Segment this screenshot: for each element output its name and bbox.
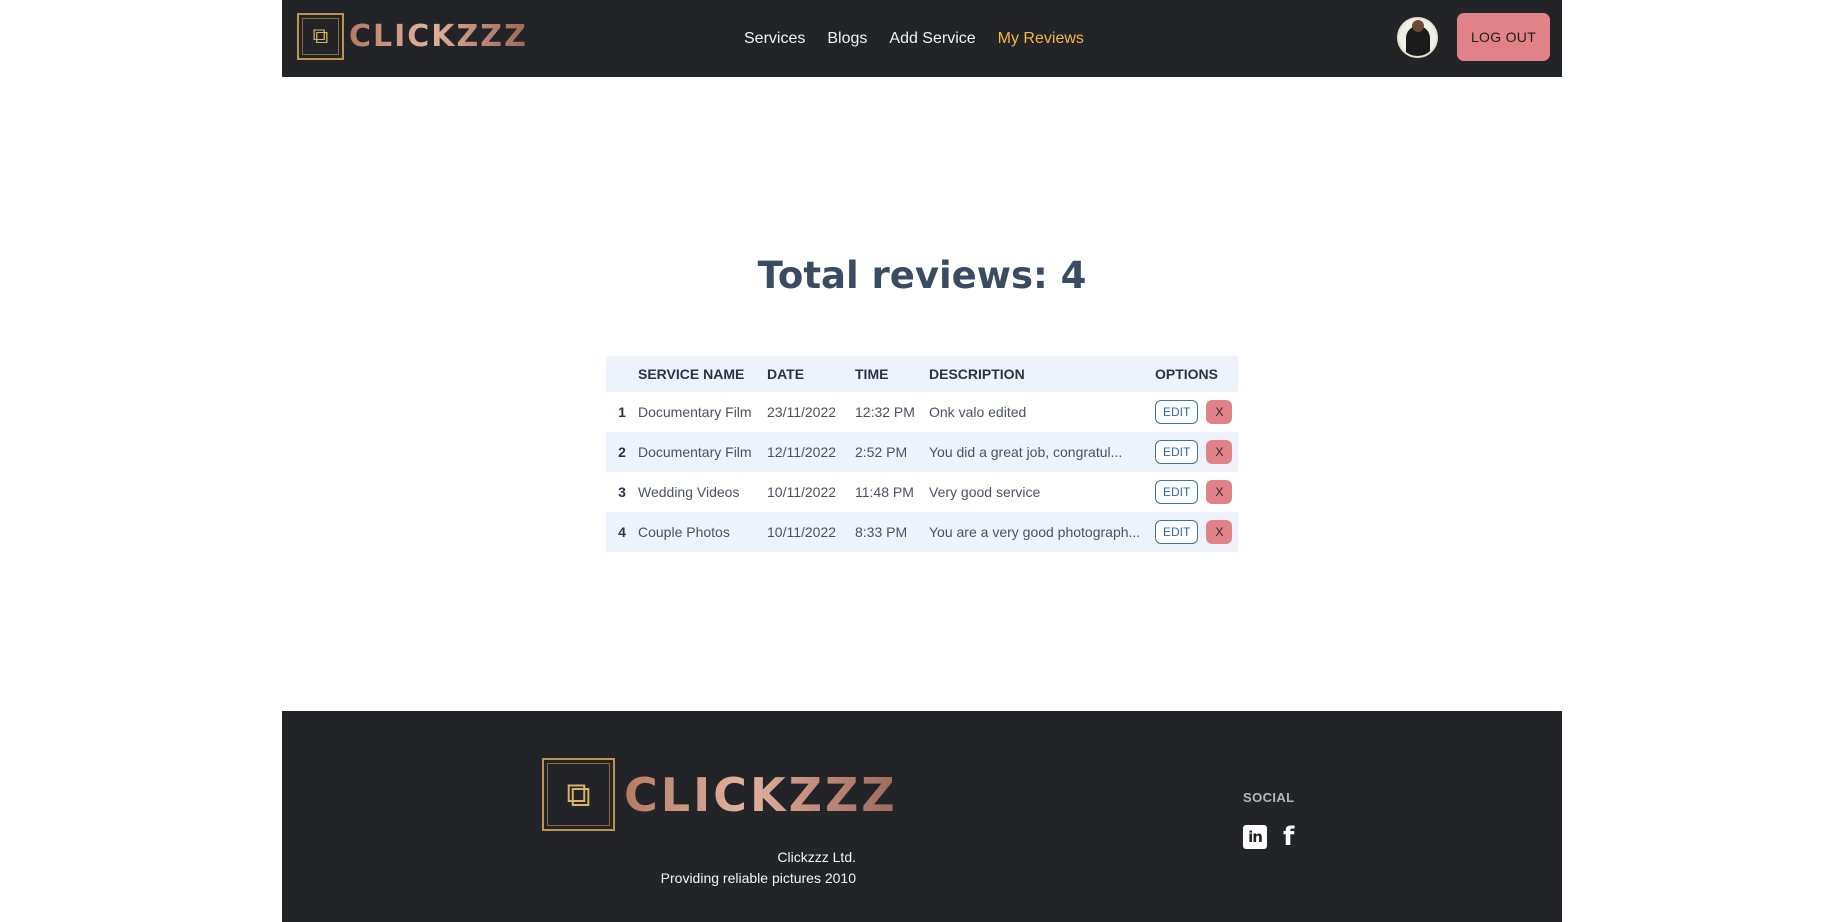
logo-frame: ⧉ — [297, 13, 344, 60]
options-cell: EDIT X — [1155, 392, 1238, 432]
description-text: Onk valo edited — [929, 404, 1027, 420]
photo-camera-icon: ⧉ — [566, 774, 591, 815]
footer: ⧉ CLICKZZZ Clickzzz Ltd. Providing relia… — [282, 711, 1562, 922]
linkedin-icon[interactable]: in — [1243, 825, 1267, 849]
logout-button[interactable]: LOG OUT — [1457, 13, 1550, 61]
col-header-date: DATE — [767, 366, 805, 382]
table-row: 2 Documentary Film 12/11/2022 2:52 PM Yo… — [606, 432, 1238, 472]
company-tagline: Providing reliable pictures 2010 — [660, 870, 856, 886]
date-cell: 10/11/2022 — [767, 524, 837, 540]
table-row: 3 Wedding Videos 10/11/2022 11:48 PM Ver… — [606, 472, 1238, 512]
social-heading: SOCIAL — [1243, 790, 1295, 805]
time-cell: 8:33 PM — [855, 524, 908, 540]
header-logo[interactable]: ⧉ CLICKZZZ — [297, 13, 528, 60]
reviews-table-container: SERVICE NAME DATE TIME DESCRIPTION OPTIO… — [606, 356, 1238, 552]
date-cell: 12/11/2022 — [767, 444, 837, 460]
description-text: You did a great job, congratul... — [929, 444, 1123, 460]
nav-add-service[interactable]: Add Service — [889, 30, 975, 48]
social-links: in f — [1243, 824, 1294, 850]
edit-button[interactable]: EDIT — [1155, 400, 1199, 424]
footer-brand-name: CLICKZZZ — [624, 767, 898, 822]
delete-button[interactable]: X — [1206, 440, 1233, 464]
user-photo — [1405, 19, 1430, 56]
table-header-row: SERVICE NAME DATE TIME DESCRIPTION OPTIO… — [606, 356, 1238, 392]
avatar[interactable] — [1397, 17, 1438, 58]
table-row: 4 Couple Photos 10/11/2022 8:33 PM You a… — [606, 512, 1238, 552]
description-cell: You did a great job, congratul... — [929, 432, 1155, 472]
time-cell: 12:32 PM — [855, 404, 915, 420]
options-cell: EDIT X — [1155, 432, 1238, 472]
col-header-time: TIME — [855, 366, 889, 382]
col-header-service-name: SERVICE NAME — [638, 366, 745, 382]
facebook-icon[interactable]: f — [1283, 824, 1294, 850]
page: ⧉ CLICKZZZ Services Blogs Add Service My… — [0, 0, 1844, 922]
service-name-cell: Couple Photos — [638, 524, 730, 540]
logo-frame: ⧉ — [542, 758, 615, 831]
service-name-cell: Wedding Videos — [638, 484, 740, 500]
description-cell: Onk valo edited — [929, 392, 1155, 432]
service-name-cell: Documentary Film — [638, 404, 752, 420]
service-name-cell: Documentary Film — [638, 444, 752, 460]
edit-button[interactable]: EDIT — [1155, 520, 1199, 544]
description-cell: Very good service — [929, 472, 1155, 512]
row-number: 1 — [618, 404, 626, 420]
footer-logo: ⧉ CLICKZZZ — [542, 758, 898, 831]
page-title: Total reviews: 4 — [757, 254, 1087, 297]
photo-camera-icon: ⧉ — [312, 24, 329, 49]
date-cell: 10/11/2022 — [767, 484, 837, 500]
nav-services[interactable]: Services — [744, 30, 805, 48]
main-nav: Services Blogs Add Service My Reviews — [744, 0, 1106, 77]
reviews-table: SERVICE NAME DATE TIME DESCRIPTION OPTIO… — [606, 356, 1238, 552]
time-cell: 2:52 PM — [855, 444, 908, 460]
delete-button[interactable]: X — [1206, 400, 1233, 424]
company-info: Clickzzz Ltd. Providing reliable picture… — [661, 847, 856, 889]
time-cell: 11:48 PM — [855, 484, 914, 500]
description-text: Very good service — [929, 484, 1041, 500]
col-header-description: DESCRIPTION — [929, 366, 1025, 382]
options-cell: EDIT X — [1155, 512, 1238, 552]
edit-button[interactable]: EDIT — [1155, 480, 1199, 504]
options-cell: EDIT X — [1155, 472, 1238, 512]
col-header-index — [606, 356, 638, 392]
brand-name: CLICKZZZ — [349, 19, 528, 54]
row-number: 3 — [618, 484, 626, 500]
delete-button[interactable]: X — [1206, 480, 1233, 504]
description-cell: You are a very good photograph... — [929, 512, 1155, 552]
nav-my-reviews[interactable]: My Reviews — [998, 30, 1084, 48]
description-text: You are a very good photograph... — [929, 524, 1141, 540]
date-cell: 23/11/2022 — [767, 404, 837, 420]
delete-button[interactable]: X — [1206, 520, 1233, 544]
row-number: 2 — [618, 444, 626, 460]
row-number: 4 — [618, 524, 626, 540]
col-header-options: OPTIONS — [1155, 366, 1219, 382]
table-row: 1 Documentary Film 23/11/2022 12:32 PM O… — [606, 392, 1238, 432]
company-name: Clickzzz Ltd. — [777, 849, 856, 865]
edit-button[interactable]: EDIT — [1155, 440, 1199, 464]
nav-blogs[interactable]: Blogs — [827, 30, 867, 48]
navbar: ⧉ CLICKZZZ Services Blogs Add Service My… — [282, 0, 1562, 77]
